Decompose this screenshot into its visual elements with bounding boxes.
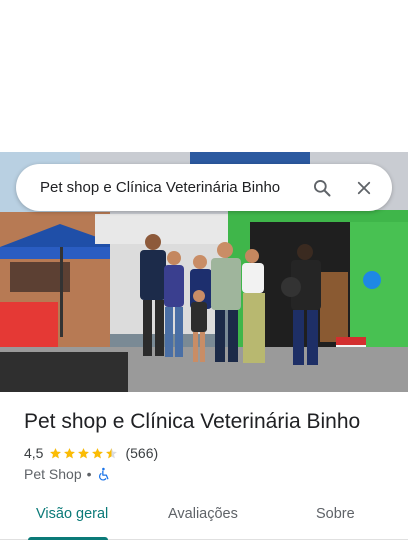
tab-sobre[interactable]: Sobre xyxy=(316,502,355,544)
star-icon xyxy=(91,447,104,460)
place-title: Pet shop e Clínica Veterinária Binho xyxy=(24,410,361,433)
search-icon[interactable] xyxy=(304,170,340,206)
rating-row[interactable]: 4,5 (566) xyxy=(24,445,158,461)
tab-bar: Visão geral Avaliações Sobre xyxy=(0,502,408,544)
rating-stars xyxy=(49,447,119,460)
tab-avaliacoes[interactable]: Avaliações xyxy=(168,502,238,544)
search-bar[interactable]: Pet shop e Clínica Veterinária Binho xyxy=(16,164,392,211)
rating-value: 4,5 xyxy=(24,445,44,461)
close-icon[interactable] xyxy=(346,170,382,206)
active-tab-indicator xyxy=(28,537,108,540)
search-query-text[interactable]: Pet shop e Clínica Veterinária Binho xyxy=(40,179,298,196)
top-blank-area xyxy=(0,0,408,152)
category-row: Pet Shop • xyxy=(24,466,111,482)
star-icon xyxy=(77,447,90,460)
place-category[interactable]: Pet Shop xyxy=(24,466,82,482)
wheelchair-icon xyxy=(97,467,111,481)
separator-dot: • xyxy=(86,466,92,482)
star-icon xyxy=(63,447,76,460)
star-icon xyxy=(49,447,62,460)
review-count[interactable]: (566) xyxy=(125,445,158,461)
star-icon xyxy=(105,447,118,460)
